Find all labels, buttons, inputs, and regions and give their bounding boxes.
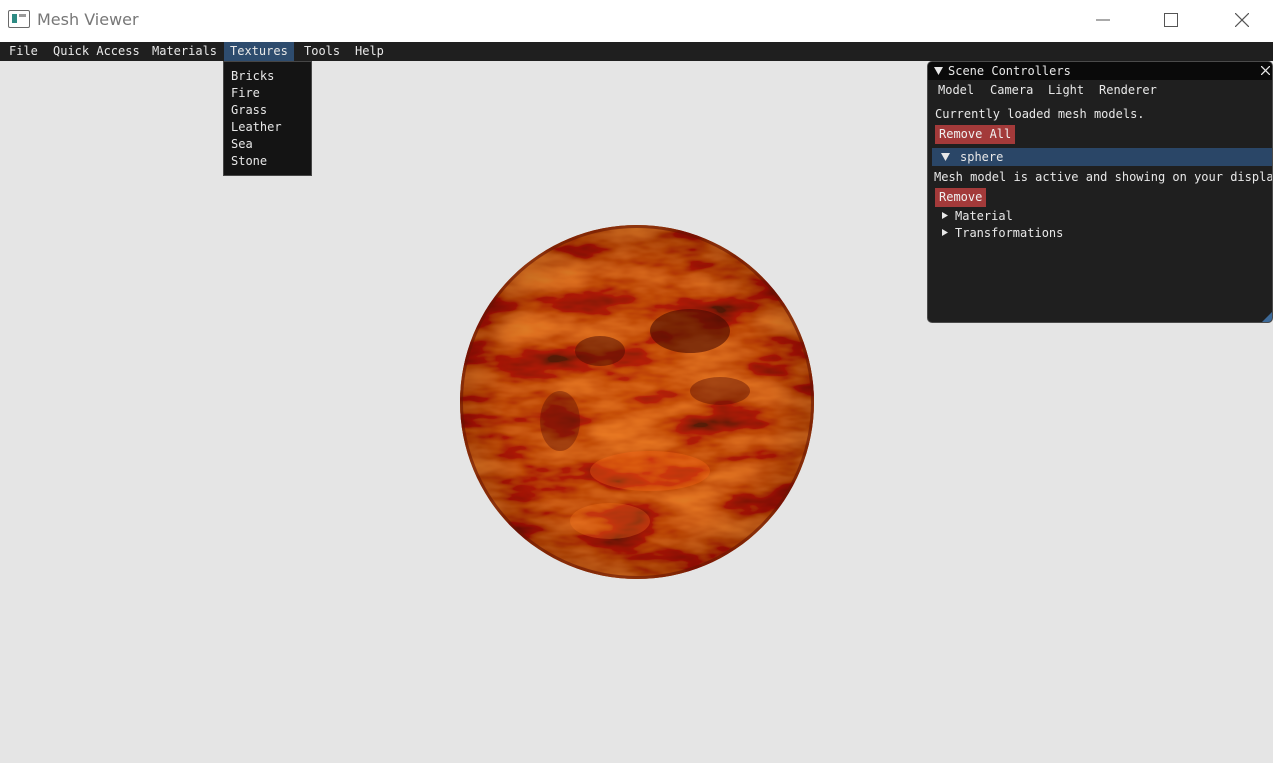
minimize-icon xyxy=(1096,19,1110,21)
triangle-down-icon xyxy=(941,153,950,161)
model-tree-node-sphere[interactable]: sphere xyxy=(932,148,1272,166)
maximize-button[interactable] xyxy=(1148,0,1194,40)
texture-item-bricks[interactable]: Bricks xyxy=(231,69,274,83)
model-name: sphere xyxy=(960,150,1004,164)
section-transformations[interactable]: Transformations xyxy=(942,225,1142,241)
close-button[interactable] xyxy=(1219,0,1265,40)
menu-materials[interactable]: Materials xyxy=(151,42,218,61)
menu-file[interactable]: File xyxy=(8,42,39,61)
app-icon xyxy=(8,10,30,28)
section-label: Material xyxy=(955,209,1013,223)
textures-dropdown: Bricks Fire Grass Leather Sea Stone xyxy=(223,61,312,176)
triangle-right-icon xyxy=(942,212,948,219)
tab-model[interactable]: Model xyxy=(938,83,974,97)
texture-item-leather[interactable]: Leather xyxy=(231,120,282,134)
model-status-text: Mesh model is active and showing on your… xyxy=(934,170,1273,184)
menu-quick-access[interactable]: Quick Access xyxy=(52,42,141,61)
remove-all-button[interactable]: Remove All xyxy=(935,125,1016,144)
fire-texture xyxy=(460,225,814,579)
texture-item-grass[interactable]: Grass xyxy=(231,103,267,117)
window-title: Mesh Viewer xyxy=(37,10,139,29)
remove-model-button[interactable]: Remove xyxy=(935,188,987,207)
texture-item-sea[interactable]: Sea xyxy=(231,137,253,151)
close-icon[interactable] xyxy=(1261,66,1270,75)
loaded-models-text: Currently loaded mesh models. xyxy=(935,107,1145,121)
close-icon xyxy=(1235,13,1249,27)
maximize-icon xyxy=(1164,13,1178,27)
tab-light[interactable]: Light xyxy=(1048,83,1084,97)
main-menubar: File Quick Access Materials Textures Too… xyxy=(0,42,1273,61)
tab-camera[interactable]: Camera xyxy=(990,83,1033,97)
panel-title: Scene Controllers xyxy=(948,64,1071,78)
triangle-right-icon xyxy=(942,229,948,236)
menu-textures[interactable]: Textures xyxy=(224,42,294,61)
scene-controllers-panel: Scene Controllers Model Camera Light Ren… xyxy=(927,61,1273,323)
panel-titlebar[interactable]: Scene Controllers xyxy=(928,62,1272,80)
menu-tools[interactable]: Tools xyxy=(303,42,341,61)
minimize-button[interactable] xyxy=(1080,0,1126,40)
panel-resize-grip[interactable] xyxy=(1262,312,1272,322)
section-material[interactable]: Material xyxy=(942,208,1142,224)
window-titlebar: Mesh Viewer xyxy=(0,0,1273,42)
tab-renderer[interactable]: Renderer xyxy=(1099,83,1157,97)
triangle-down-icon[interactable] xyxy=(934,67,943,75)
texture-item-fire[interactable]: Fire xyxy=(231,86,260,100)
section-label: Transformations xyxy=(955,226,1064,240)
menu-help[interactable]: Help xyxy=(354,42,385,61)
texture-item-stone[interactable]: Stone xyxy=(231,154,267,168)
